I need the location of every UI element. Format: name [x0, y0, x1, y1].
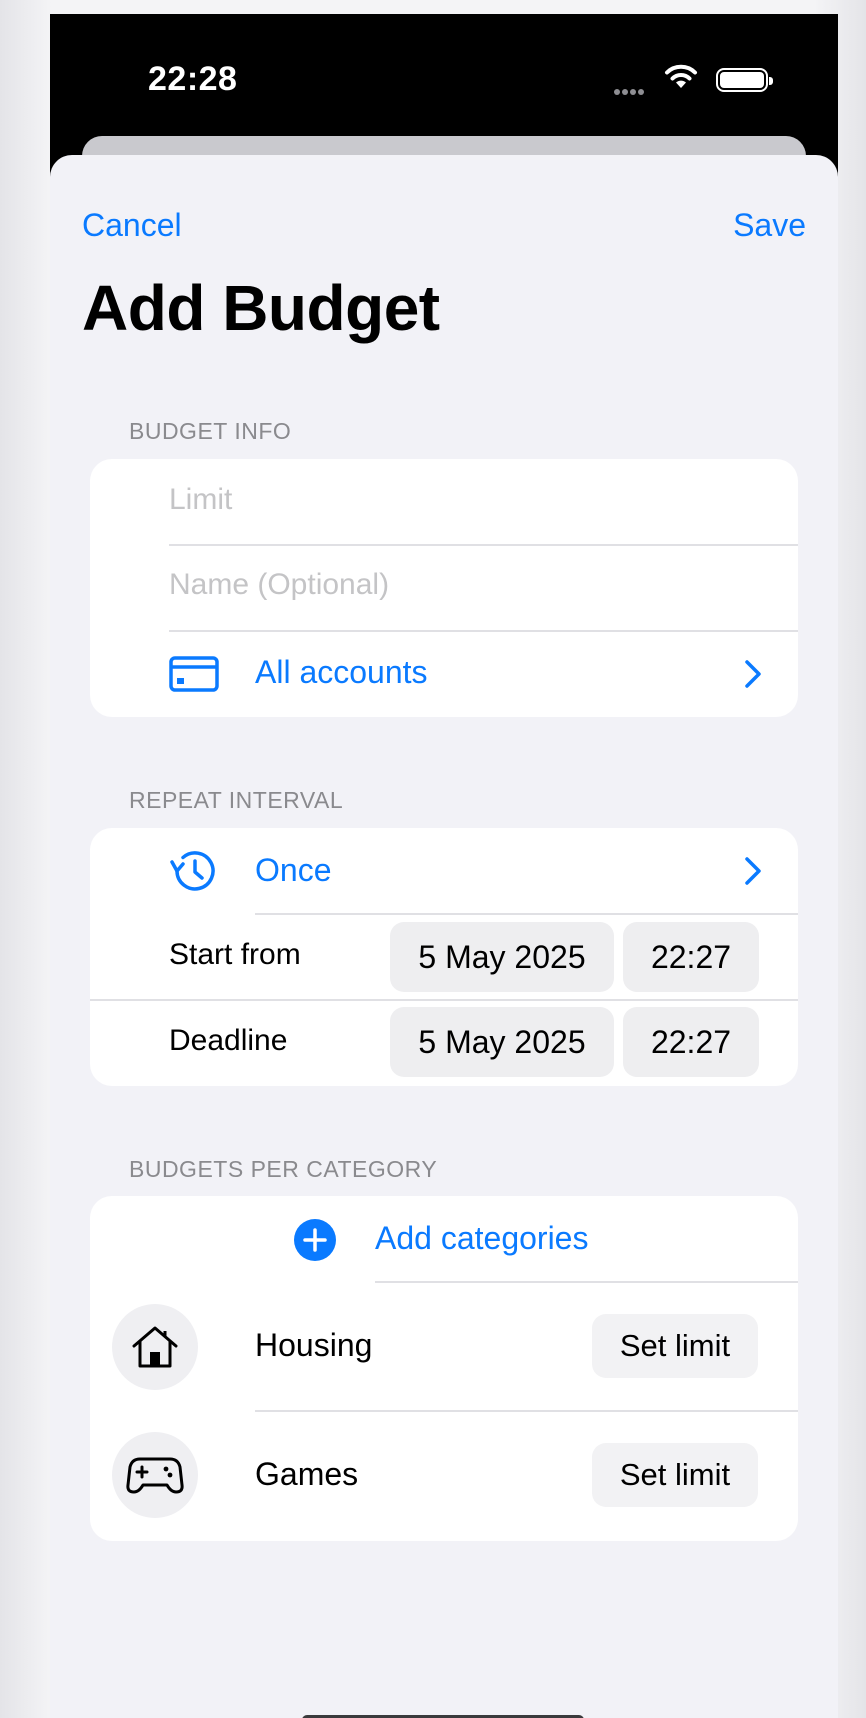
category-row-games: Games Set limit [90, 1412, 798, 1541]
limit-field[interactable]: Limit [90, 459, 798, 545]
deadline-label: Deadline [169, 1024, 288, 1057]
phone-screen: 22:28 Cancel Save Add Budget BUDGET INFO… [50, 14, 838, 1718]
section-header-repeat-interval: REPEAT INTERVAL [129, 787, 344, 813]
start-date-picker[interactable]: 5 May 2025 [390, 922, 614, 992]
save-button[interactable]: Save [733, 207, 806, 244]
cellular-signal-icon [614, 82, 654, 95]
set-limit-button[interactable]: Set limit [592, 1314, 758, 1378]
interval-label: Once [255, 852, 332, 888]
plus-circle-icon [294, 1219, 336, 1261]
chevron-right-icon [745, 660, 761, 688]
accounts-row[interactable]: All accounts [90, 632, 798, 717]
start-time-picker[interactable]: 22:27 [623, 922, 759, 992]
history-icon [170, 851, 215, 891]
deadline-time-picker[interactable]: 22:27 [623, 1007, 759, 1077]
set-limit-button[interactable]: Set limit [592, 1443, 758, 1507]
repeat-interval-card: Once Start from 5 May 2025 22:27 Deadlin… [90, 828, 798, 1086]
wifi-icon [665, 64, 697, 88]
category-row-housing: Housing Set limit [90, 1283, 798, 1411]
status-bar: 22:28 [50, 14, 838, 154]
gamepad-icon [126, 1457, 184, 1494]
category-avatar [112, 1304, 198, 1390]
battery-icon [716, 68, 773, 92]
budget-info-card: Limit Name (Optional) All accounts [90, 459, 798, 717]
category-avatar [112, 1432, 198, 1518]
deadline-date-picker[interactable]: 5 May 2025 [390, 1007, 614, 1077]
add-categories-label: Add categories [375, 1220, 589, 1256]
credit-card-icon [169, 656, 219, 692]
start-from-label: Start from [169, 938, 301, 971]
add-categories-button[interactable]: Add categories [90, 1196, 798, 1282]
section-header-budgets-per-category: BUDGETS PER CATEGORY [129, 1156, 438, 1182]
category-name: Housing [255, 1327, 373, 1363]
section-header-budget-info: BUDGET INFO [129, 418, 292, 444]
house-icon [132, 1326, 178, 1368]
deadline-row: Deadline 5 May 2025 22:27 [90, 1001, 798, 1086]
chevron-right-icon [745, 857, 761, 885]
name-field[interactable]: Name (Optional) [90, 546, 798, 630]
accounts-label: All accounts [255, 654, 428, 690]
category-name: Games [255, 1456, 359, 1492]
categories-card: Add categories Housing Set limit Games S… [90, 1196, 798, 1541]
interval-row[interactable]: Once [90, 828, 798, 914]
page-title: Add Budget [82, 272, 440, 344]
start-from-row: Start from 5 May 2025 22:27 [90, 915, 798, 999]
name-placeholder: Name (Optional) [169, 568, 390, 601]
limit-placeholder: Limit [169, 483, 233, 516]
add-budget-sheet: Cancel Save Add Budget BUDGET INFO Limit… [50, 155, 838, 1718]
status-time: 22:28 [148, 60, 238, 98]
cancel-button[interactable]: Cancel [82, 207, 182, 244]
